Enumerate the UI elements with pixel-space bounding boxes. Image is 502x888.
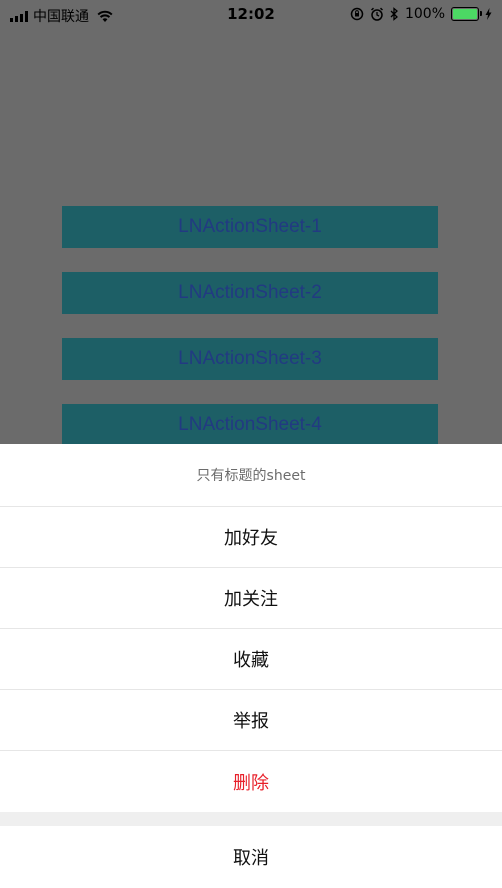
actionsheet-demo-button-4[interactable]: LNActionSheet-4 — [62, 404, 438, 444]
background-content: LNActionSheet-1 LNActionSheet-2 LNAction… — [0, 30, 502, 444]
charging-icon — [485, 8, 492, 20]
actionsheet-demo-button-3[interactable]: LNActionSheet-3 — [62, 338, 438, 380]
orientation-lock-icon — [350, 7, 364, 21]
battery-icon — [451, 7, 482, 21]
actionsheet-demo-button-2[interactable]: LNActionSheet-2 — [62, 272, 438, 314]
action-report[interactable]: 举报 — [0, 690, 502, 751]
actionsheet-demo-button-1[interactable]: LNActionSheet-1 — [62, 206, 438, 248]
action-follow[interactable]: 加关注 — [0, 568, 502, 629]
alarm-icon — [370, 7, 383, 21]
status-bar: 中国联通 12:02 100% — [0, 0, 502, 30]
battery-percent: 100% — [404, 6, 445, 22]
battery-fill — [453, 9, 477, 19]
action-favorite[interactable]: 收藏 — [0, 629, 502, 690]
action-sheet-separator — [0, 812, 502, 826]
status-right: 100% — [350, 6, 492, 22]
bluetooth-icon — [390, 7, 398, 21]
action-sheet: 只有标题的sheet 加好友 加关注 收藏 举报 删除 取消 — [0, 444, 502, 884]
action-delete[interactable]: 删除 — [0, 751, 502, 812]
action-add-friend[interactable]: 加好友 — [0, 507, 502, 568]
app-screen: 中国联通 12:02 100% LNActionSheet-1 LNAction… — [0, 0, 502, 884]
action-cancel-button[interactable]: 取消 — [0, 826, 502, 888]
action-sheet-title: 只有标题的sheet — [0, 444, 502, 507]
